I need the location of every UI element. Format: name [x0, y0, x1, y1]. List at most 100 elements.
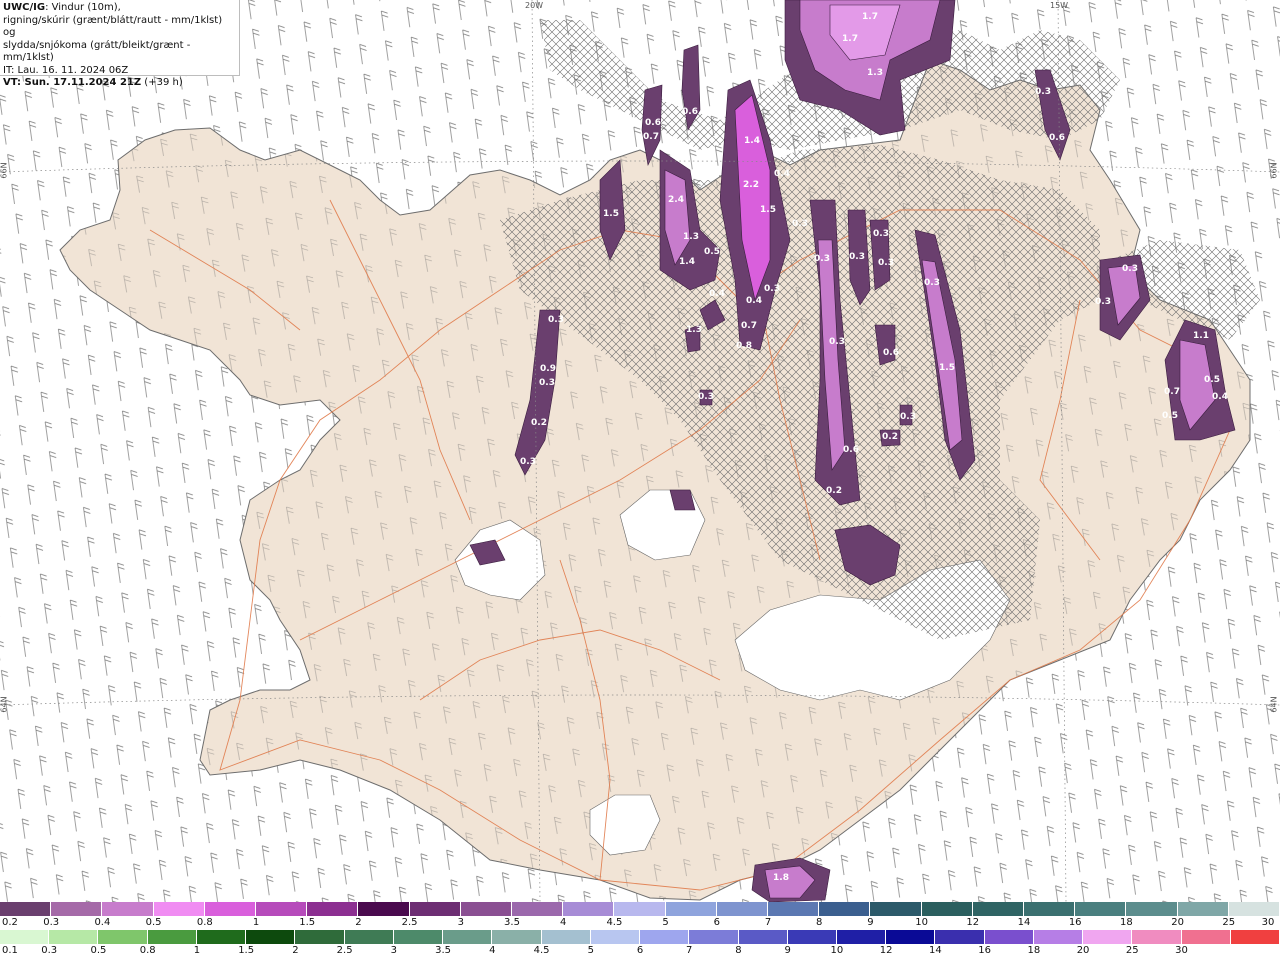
- precip-value-label: 0.7: [1164, 387, 1180, 397]
- scale-color-cell: [246, 930, 296, 944]
- precip-value-label: 1.5: [939, 363, 955, 373]
- scale-color-cell: [886, 930, 936, 944]
- scale-color-cell: [102, 902, 154, 916]
- lead-time: (+39 h): [141, 77, 183, 88]
- scale-color-cell: [1024, 902, 1076, 916]
- scale-tick-label: 14: [929, 945, 942, 956]
- scale-color-cell: [1230, 930, 1280, 944]
- rain-color-scale: 0.1 0.3 0.5 0.8 1 1.5 2 2.5 3 3.5 4 4.5 5 6 7 8 9 10 12 14 1…: [0, 930, 1280, 958]
- scale-tick-label: 2: [355, 917, 362, 928]
- scale-color-cell: [409, 902, 461, 916]
- precip-value-label: 1.5: [603, 209, 619, 219]
- scale-color-cell: [460, 902, 513, 916]
- precip-value-label: 0.3: [1035, 87, 1051, 97]
- precip-value-label: 0.7: [643, 132, 659, 142]
- scale-tick-label: 2.5: [401, 917, 418, 928]
- precip-value-label: 0.3: [878, 258, 894, 268]
- scale-color-cell: [1228, 902, 1280, 916]
- scale-color-cell: [307, 902, 359, 916]
- scale-tick-label: 0.5: [145, 917, 162, 928]
- precip-value-label: 0.3: [1095, 297, 1111, 307]
- scale-color-cell: [1033, 930, 1084, 944]
- scale-color-cell: [716, 902, 769, 916]
- precip-value-label: 1.3: [686, 325, 702, 335]
- scale-tick-label: 16: [978, 945, 991, 956]
- scale-tick-label: 4.5: [606, 917, 623, 928]
- precip-value-label: 0.3: [520, 457, 536, 467]
- scale-tick-label: 0.8: [139, 945, 156, 956]
- scale-tick-label: 25: [1222, 917, 1236, 928]
- snow-scale-labels: 0.2 0.3 0.4 0.5 0.8 1 1.5 2 2.5 3 3.5 4 4.5 5 6 7 8 9 10 12…: [0, 916, 1280, 930]
- precip-value-label: 1.7: [842, 34, 858, 44]
- rain-scale-colors: [0, 930, 1280, 944]
- scale-tick-label: 3: [390, 945, 398, 956]
- scale-color-cell: [541, 930, 591, 944]
- scale-color-cell: [665, 902, 717, 916]
- scale-color-cell: [1126, 902, 1178, 916]
- scale-tick-label: 3.5: [504, 917, 520, 928]
- scale-color-cell: [1177, 902, 1229, 916]
- lon-label-15w: 15W: [1050, 1, 1069, 10]
- precip-value-label: 0.3: [924, 278, 940, 288]
- precip-value-label: 0.4: [709, 289, 725, 299]
- scale-tick-label: 18: [1120, 917, 1133, 928]
- precip-value-label: 1.8: [773, 873, 789, 883]
- init-time: IT: Lau. 16. 11. 2024 06Z: [3, 64, 129, 76]
- map-header-info: UWC/IG: Vindur (10m), rigning/skúrir (gr…: [0, 0, 240, 88]
- lat-label-right-66n: 66N: [1269, 162, 1279, 179]
- header-line1: : Vindur (10m),: [45, 2, 121, 13]
- scale-color-cell: [492, 930, 542, 944]
- scale-tick-label: 20: [1171, 917, 1184, 928]
- header-line2: rigning/skúrir (grænt/blátt/rautt - mm/1…: [3, 14, 223, 39]
- valid-time: VT: Sun. 17.11.2024 21Z: [3, 77, 142, 88]
- scale-color-cell: [256, 902, 308, 916]
- scale-color-cell: [153, 902, 205, 916]
- scale-tick-label: 5: [662, 917, 669, 928]
- scale-tick-label: 3.5: [435, 945, 452, 956]
- scale-color-cell: [689, 930, 739, 944]
- scale-color-cell: [787, 930, 837, 944]
- header-line3: slydda/snjókoma (grátt/bleikt/grænt - mm…: [3, 39, 191, 64]
- scale-tick-label: 8: [735, 945, 742, 956]
- scale-color-cell: [921, 902, 973, 916]
- precip-value-label: 2.4: [668, 195, 684, 205]
- precip-value-label: 0.3: [1122, 264, 1138, 274]
- scale-tick-label: 30: [1261, 917, 1275, 928]
- precip-value-label: 0.3: [792, 219, 808, 229]
- scale-color-cell: [358, 902, 410, 916]
- scale-tick-label: 0.3: [43, 917, 60, 928]
- scale-tick-label: 2: [292, 945, 299, 956]
- precip-value-label: 1.4: [679, 257, 695, 267]
- product-code: UWC/IG: [3, 2, 46, 13]
- scale-color-cell: [640, 930, 690, 944]
- scale-color-cell: [984, 930, 1034, 944]
- precip-value-label: 0.6: [682, 107, 698, 117]
- precip-value-label: 0.3: [539, 378, 555, 388]
- precip-value-label: 0.9: [540, 364, 556, 374]
- scale-tick-label: 20: [1076, 945, 1090, 956]
- scale-tick-label: 0.3: [41, 945, 58, 956]
- precip-value-label: 0.6: [883, 348, 899, 358]
- precip-value-label: 0.6: [843, 445, 859, 455]
- scale-tick-label: 6: [713, 917, 720, 928]
- precip-value-label: 0.3: [698, 392, 714, 402]
- precip-value-label: 0.3: [829, 337, 845, 347]
- precip-value-label: 1.5: [760, 205, 776, 215]
- precip-value-label: 0.5: [1162, 411, 1178, 421]
- scale-tick-label: 4.5: [533, 945, 550, 956]
- scale-tick-label: 10: [830, 945, 844, 956]
- precip-value-label: 0.2: [826, 486, 842, 496]
- precip-value-label: 2.2: [743, 180, 759, 190]
- precip-value-label: 0.3: [548, 315, 564, 325]
- scale-tick-label: 16: [1068, 917, 1082, 928]
- lon-label-20w: 20W: [525, 1, 544, 10]
- scale-tick-label: 9: [867, 917, 874, 928]
- scale-tick-label: 4: [489, 945, 496, 956]
- scale-tick-label: 12: [879, 945, 893, 956]
- scale-tick-label: 18: [1027, 945, 1041, 956]
- precip-value-label: 0.3: [873, 229, 889, 239]
- precip-value-label: 0.5: [704, 247, 720, 257]
- scale-tick-label: 30: [1175, 945, 1188, 956]
- scale-tick-label: 8: [816, 917, 823, 928]
- precip-value-label: 0.2: [882, 432, 898, 442]
